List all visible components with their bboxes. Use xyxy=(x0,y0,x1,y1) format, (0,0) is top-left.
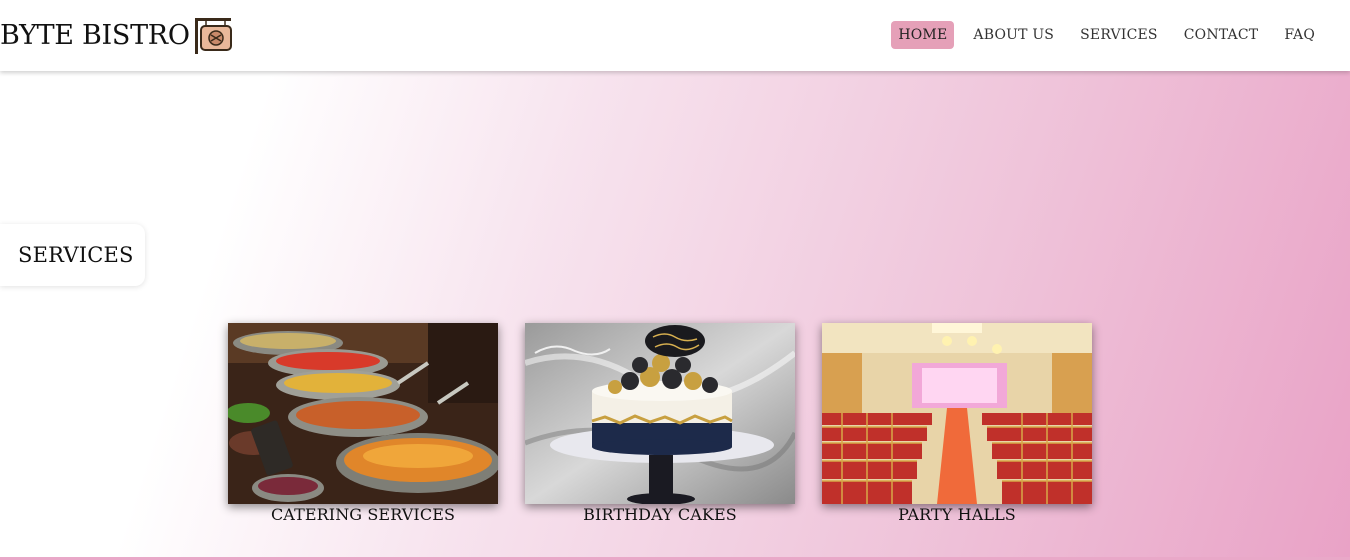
brand-name[interactable]: BYTE BISTRO xyxy=(0,14,190,58)
services-hero: SERVICES CATERING SERVICES BIRTHDAY CAKE… xyxy=(0,71,1350,560)
nav-faq[interactable]: FAQ xyxy=(1277,21,1322,49)
site-header: BYTE BISTRO HOME ABOUT US SERVICES CONTA… xyxy=(0,0,1350,71)
section-title: SERVICES xyxy=(18,243,134,267)
nav-contact[interactable]: CONTACT xyxy=(1177,21,1266,49)
service-label-party-halls: PARTY HALLS xyxy=(898,505,1016,524)
section-title-badge: SERVICES xyxy=(0,224,145,286)
main-nav: HOME ABOUT US SERVICES CONTACT FAQ xyxy=(879,21,1322,49)
service-label-birthday-cakes: BIRTHDAY CAKES xyxy=(583,505,737,524)
catering-buffet-image[interactable] xyxy=(228,323,498,504)
hanging-sign-icon[interactable] xyxy=(192,15,234,57)
service-card-birthday-cakes[interactable]: BIRTHDAY CAKES xyxy=(525,323,795,525)
service-card-catering[interactable]: CATERING SERVICES xyxy=(228,323,498,525)
birthday-cake-image[interactable] xyxy=(525,323,795,504)
nav-about-us[interactable]: ABOUT US xyxy=(966,21,1061,49)
service-card-party-halls[interactable]: PARTY HALLS xyxy=(822,323,1092,525)
nav-home[interactable]: HOME xyxy=(891,21,955,49)
party-hall-image[interactable] xyxy=(822,323,1092,504)
nav-services[interactable]: SERVICES xyxy=(1073,21,1165,49)
service-label-catering: CATERING SERVICES xyxy=(270,505,456,524)
brand[interactable]: BYTE BISTRO xyxy=(0,14,234,58)
